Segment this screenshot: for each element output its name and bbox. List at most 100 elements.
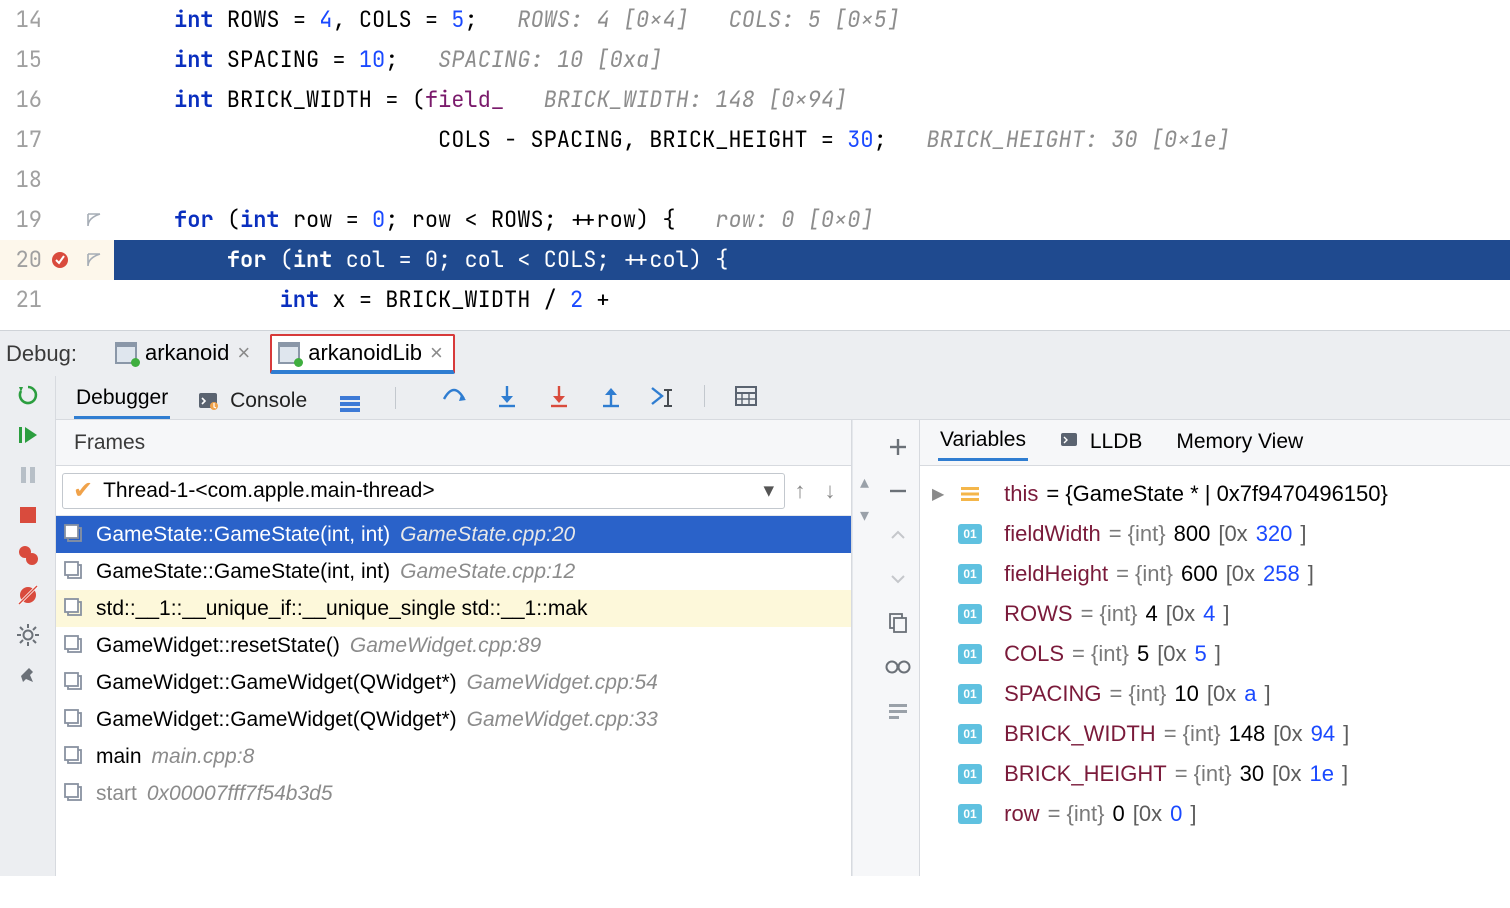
nav-up-button[interactable] [883,520,913,550]
tab-lldb[interactable]: LLDB [1058,426,1144,460]
add-watch-button[interactable] [883,432,913,462]
tab-console[interactable]: Console [196,385,309,419]
code-line[interactable]: 18 [0,160,1510,200]
tab-variables[interactable]: Variables [938,424,1028,461]
code-line[interactable]: 21 int x = BRICK_WIDTH / 2 + [0,280,1510,320]
frames-header: Frames [56,420,851,466]
variable-row[interactable]: 01 BRICK_HEIGHT = {int} 30 [0x1e] [932,754,1510,794]
stack-frame[interactable]: main main.cpp:8 [56,738,851,775]
thread-selector-row: ✔ Thread-1-<com.apple.main-thread> ▾ ↑ ↓ [56,466,851,516]
stack-frame[interactable]: start 0x00007fff7f54b3d5 [56,775,851,812]
frames-scrollbar[interactable]: ▴ ▾ [852,420,876,876]
threads-view-icon[interactable] [335,389,365,419]
code-line[interactable]: 14 int ROWS = 4, COLS = 5; ROWS: 4 [0x4]… [0,0,1510,40]
frame-location: main.cpp:8 [152,745,255,769]
variable-row[interactable]: 01 ROWS = {int} 4 [0x4] [932,594,1510,634]
gutter-marks[interactable] [46,0,74,40]
thread-selector[interactable]: ✔ Thread-1-<com.apple.main-thread> ▾ [62,473,785,509]
stack-frame[interactable]: std::__1::__unique_if::__unique_single s… [56,590,851,627]
remove-watch-button[interactable] [883,476,913,506]
stack-frame[interactable]: GameState::GameState(int, int) GameState… [56,516,851,553]
debug-config-tab-arkanoid[interactable]: arkanoid × [109,336,260,372]
copy-button[interactable] [883,608,913,638]
tab-memory-view[interactable]: Memory View [1174,426,1305,460]
variable-name: BRICK_WIDTH [1004,721,1156,747]
code-text[interactable]: int ROWS = 4, COLS = 5; ROWS: 4 [0x4] CO… [114,0,1510,40]
stop-button[interactable] [13,500,43,530]
scroll-up-icon[interactable]: ▴ [860,472,869,493]
debugger-sidebar [0,376,56,876]
variable-row[interactable]: 01 BRICK_WIDTH = {int} 148 [0x94] [932,714,1510,754]
variable-name: fieldHeight [1004,561,1108,587]
code-line-current[interactable]: 20 for (int col = 0; col < COLS; ++col) … [0,240,1510,280]
frame-function: GameWidget::resetState() [96,634,340,658]
step-over-button[interactable] [440,381,470,411]
variables-list[interactable]: ▶ this = {GameState * | 0x7f9470496150}0… [920,466,1510,834]
run-config-icon [278,342,300,364]
variable-row[interactable]: 01 fieldWidth = {int} 800 [0x320] [932,514,1510,554]
frame-function: GameWidget::GameWidget(QWidget*) [96,671,457,695]
scroll-down-icon[interactable]: ▾ [860,505,869,526]
next-frame-button[interactable]: ↓ [815,478,845,504]
line-number: 21 [0,280,46,320]
stack-frame[interactable]: GameWidget::GameWidget(QWidget*) GameWid… [56,701,851,738]
view-breakpoints-button[interactable] [13,540,43,570]
variables-pane: Variables LLDB Memory View ▶ this = {Gam… [920,420,1510,876]
prev-frame-button[interactable]: ↑ [785,478,815,504]
code-editor[interactable]: 14 int ROWS = 4, COLS = 5; ROWS: 4 [0x4]… [0,0,1510,330]
resume-button[interactable] [13,420,43,450]
debug-config-tab-arkanoidlib[interactable]: arkanoidLib × [270,334,455,374]
variables-toolbar [876,420,920,876]
rerun-button[interactable] [13,380,43,410]
variable-row[interactable]: 01 fieldHeight = {int} 600 [0x258] [932,554,1510,594]
pin-button[interactable] [13,660,43,690]
code-line[interactable]: 16 int BRICK_WIDTH = (field_ BRICK_WIDTH… [0,80,1510,120]
variable-row[interactable]: 01 row = {int} 0 [0x0] [932,794,1510,834]
variable-row[interactable]: 01 SPACING = {int} 10 [0xa] [932,674,1510,714]
expand-arrow-icon[interactable]: ▶ [932,484,950,504]
frame-function: start [96,782,137,806]
close-icon[interactable]: × [430,340,443,366]
settings-button[interactable] [13,620,43,650]
primitive-badge: 01 [958,524,982,544]
check-icon: ✔ [73,476,93,505]
evaluate-expression-button[interactable] [731,381,761,411]
variable-row[interactable]: ▶ this = {GameState * | 0x7f9470496150} [932,474,1510,514]
step-into-button[interactable] [492,381,522,411]
chevron-down-icon: ▾ [763,478,774,503]
code-line[interactable]: 19 for (int row = 0; row < ROWS; ++row) … [0,200,1510,240]
console-icon [1060,430,1078,453]
variable-row[interactable]: 01 COLS = {int} 5 [0x5] [932,634,1510,674]
mute-breakpoints-button[interactable] [13,580,43,610]
frame-icon [64,598,86,620]
frame-list[interactable]: GameState::GameState(int, int) GameState… [56,516,851,876]
debug-config-tab-label: arkanoidLib [308,340,422,366]
fold-handle-icon[interactable] [74,200,114,240]
force-step-into-button[interactable] [544,381,574,411]
close-icon[interactable]: × [237,340,250,366]
step-out-button[interactable] [596,381,626,411]
code-line[interactable]: 17 COLS - SPACING, BRICK_HEIGHT = 30; BR… [0,120,1510,160]
tab-debugger[interactable]: Debugger [74,382,170,419]
thread-name: Thread-1-<com.apple.main-thread> [103,479,435,503]
code-line[interactable]: 15 int SPACING = 10; SPACING: 10 [0xa] [0,40,1510,80]
frame-function: std::__1::__unique_if::__unique_single s… [96,597,588,621]
frame-icon [64,635,86,657]
frame-location: GameWidget.cpp:89 [350,634,541,658]
primitive-badge: 01 [958,564,982,584]
nav-down-button[interactable] [883,564,913,594]
line-number: 20 [0,240,46,280]
breakpoint-icon[interactable] [46,240,74,280]
gutter-fold[interactable] [74,0,114,40]
stack-frame[interactable]: GameWidget::resetState() GameWidget.cpp:… [56,627,851,664]
variable-value: 800 [1174,521,1211,547]
layout-settings-icon[interactable] [883,696,913,726]
frame-icon [64,524,86,546]
stack-frame[interactable]: GameWidget::GameWidget(QWidget*) GameWid… [56,664,851,701]
run-to-cursor-button[interactable] [648,381,678,411]
fold-handle-icon[interactable] [74,240,114,280]
pause-button[interactable] [13,460,43,490]
stack-frame[interactable]: GameState::GameState(int, int) GameState… [56,553,851,590]
watches-glasses-icon[interactable] [883,652,913,682]
variable-name: this [1004,481,1038,507]
